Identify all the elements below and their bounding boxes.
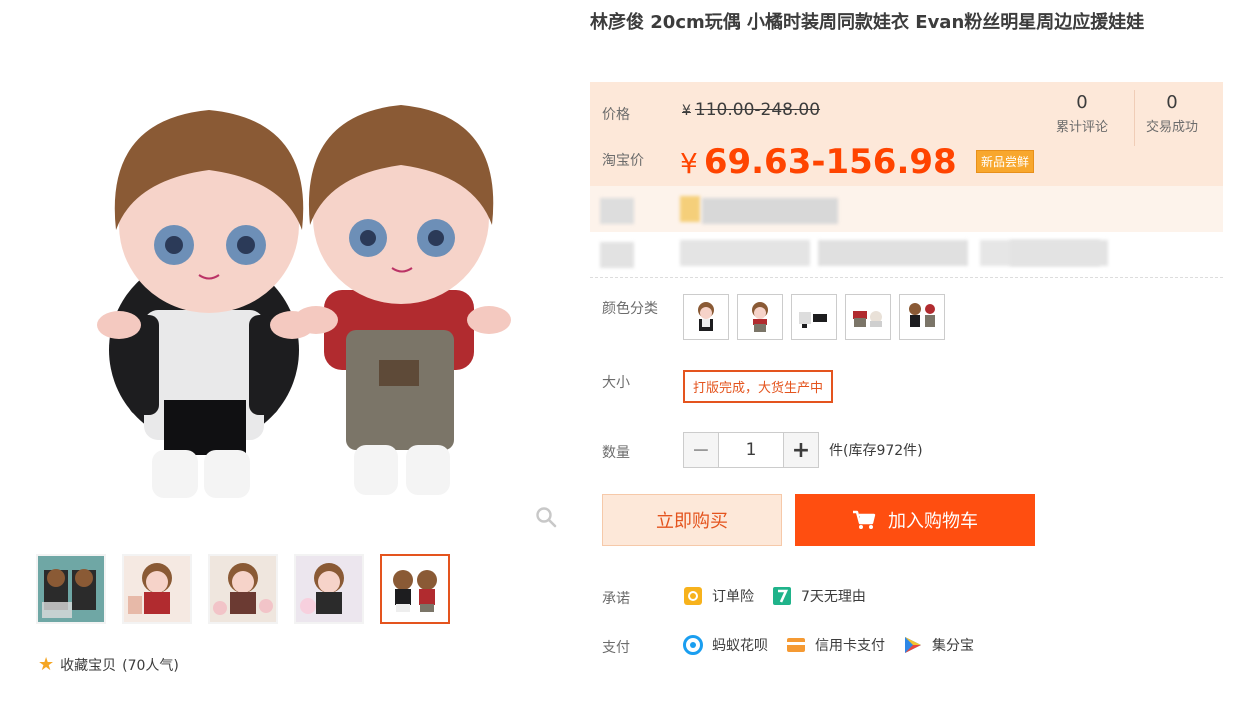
huabei-icon: [683, 635, 703, 655]
quantity-decrease-button[interactable]: −: [683, 432, 719, 468]
currency-symbol: ¥: [682, 103, 691, 119]
quantity-label: 数量: [602, 445, 630, 461]
star-icon: ★: [38, 654, 55, 675]
obscured-promo-row: [590, 186, 1223, 232]
transaction-count-value: 0: [1166, 92, 1178, 113]
payment-item-2: 信用卡支付: [815, 638, 885, 654]
thumbnail-4[interactable]: [294, 554, 364, 624]
size-option-selected[interactable]: 打版完成，大货生产中: [683, 370, 834, 403]
color-option-1[interactable]: [683, 294, 729, 340]
payment-list: 蚂蚁花呗 信用卡支付 集分宝: [683, 635, 992, 655]
seven-day-return-icon: [772, 586, 792, 606]
color-option-5[interactable]: [899, 294, 945, 340]
price-panel: 价格 ¥110.00-248.00 淘宝价 ¥69.63-156.98 新品尝鲜…: [590, 82, 1223, 186]
main-product-image[interactable]: [34, 60, 554, 540]
add-to-cart-button[interactable]: 加入购物车: [795, 494, 1035, 546]
review-count[interactable]: 0 累计评论: [1056, 92, 1108, 135]
doll-left: [97, 110, 314, 498]
size-label: 大小: [602, 375, 630, 391]
review-count-value: 0: [1076, 92, 1088, 113]
color-swatches: [683, 294, 945, 340]
obscured-info-row: [590, 232, 1223, 276]
payment-jifenbao[interactable]: 集分宝: [903, 635, 974, 655]
cart-icon: [853, 510, 876, 529]
thumbnail-2[interactable]: [122, 554, 192, 624]
quantity-increase-button[interactable]: +: [783, 432, 819, 468]
quantity-stepper: − + 件(库存972件): [683, 432, 923, 468]
promise-order-insurance[interactable]: 订单险: [683, 586, 754, 606]
new-product-badge: 新品尝鲜: [976, 150, 1035, 173]
promise-item-2: 7天无理由: [801, 589, 866, 605]
taobao-price: ¥69.63-156.98: [680, 142, 957, 184]
taobao-price-label: 淘宝价: [602, 153, 644, 169]
thumbnail-3[interactable]: [208, 554, 278, 624]
thumbnail-5-selected[interactable]: [380, 554, 450, 624]
color-option-2[interactable]: [737, 294, 783, 340]
review-count-label: 累计评论: [1056, 120, 1109, 135]
color-option-4[interactable]: [845, 294, 891, 340]
favorite-label: 收藏宝贝: [60, 658, 117, 674]
color-option-3[interactable]: [791, 294, 837, 340]
payment-label: 支付: [602, 640, 630, 656]
zoom-icon[interactable]: [535, 506, 557, 528]
payment-credit-card[interactable]: 信用卡支付: [786, 635, 885, 655]
payment-item-3: 集分宝: [932, 638, 974, 654]
quantity-input[interactable]: [719, 432, 783, 468]
currency-symbol: ¥: [680, 147, 698, 180]
stats-divider: [1134, 90, 1135, 146]
color-label: 颜色分类: [602, 301, 658, 317]
doll-right: [294, 105, 511, 495]
promise-item-1: 订单险: [712, 589, 754, 605]
transaction-count[interactable]: 0 交易成功: [1146, 92, 1198, 135]
order-insurance-icon: [683, 586, 703, 606]
buy-now-button[interactable]: 立即购买: [602, 494, 782, 546]
stock-text: 件(库存972件): [829, 443, 923, 459]
favorite-count: (70人气): [122, 658, 179, 674]
jifenbao-icon: [903, 635, 923, 655]
price-label: 价格: [602, 107, 630, 123]
promise-7day-return[interactable]: 7天无理由: [772, 586, 866, 606]
original-price: ¥110.00-248.00: [682, 100, 820, 120]
payment-huabei[interactable]: 蚂蚁花呗: [683, 635, 768, 655]
credit-card-icon: [786, 635, 806, 655]
original-price-value: 110.00-248.00: [694, 100, 821, 120]
promise-list: 订单险 7天无理由: [683, 586, 884, 606]
section-divider: [590, 277, 1223, 278]
promise-label: 承诺: [602, 591, 630, 607]
thumbnail-1[interactable]: [36, 554, 106, 624]
transaction-count-label: 交易成功: [1146, 120, 1199, 135]
favorite-button[interactable]: ★ 收藏宝贝 (70人气): [38, 655, 179, 675]
taobao-price-value: 69.63-156.98: [703, 142, 957, 182]
payment-item-1: 蚂蚁花呗: [712, 638, 768, 654]
thumbnail-strip: [36, 554, 450, 624]
add-to-cart-label: 加入购物车: [888, 511, 978, 532]
product-title: 林彦俊 20cm玩偶 小橘时装周同款娃衣 Evan粉丝明星周边应援娃娃: [590, 12, 1145, 33]
